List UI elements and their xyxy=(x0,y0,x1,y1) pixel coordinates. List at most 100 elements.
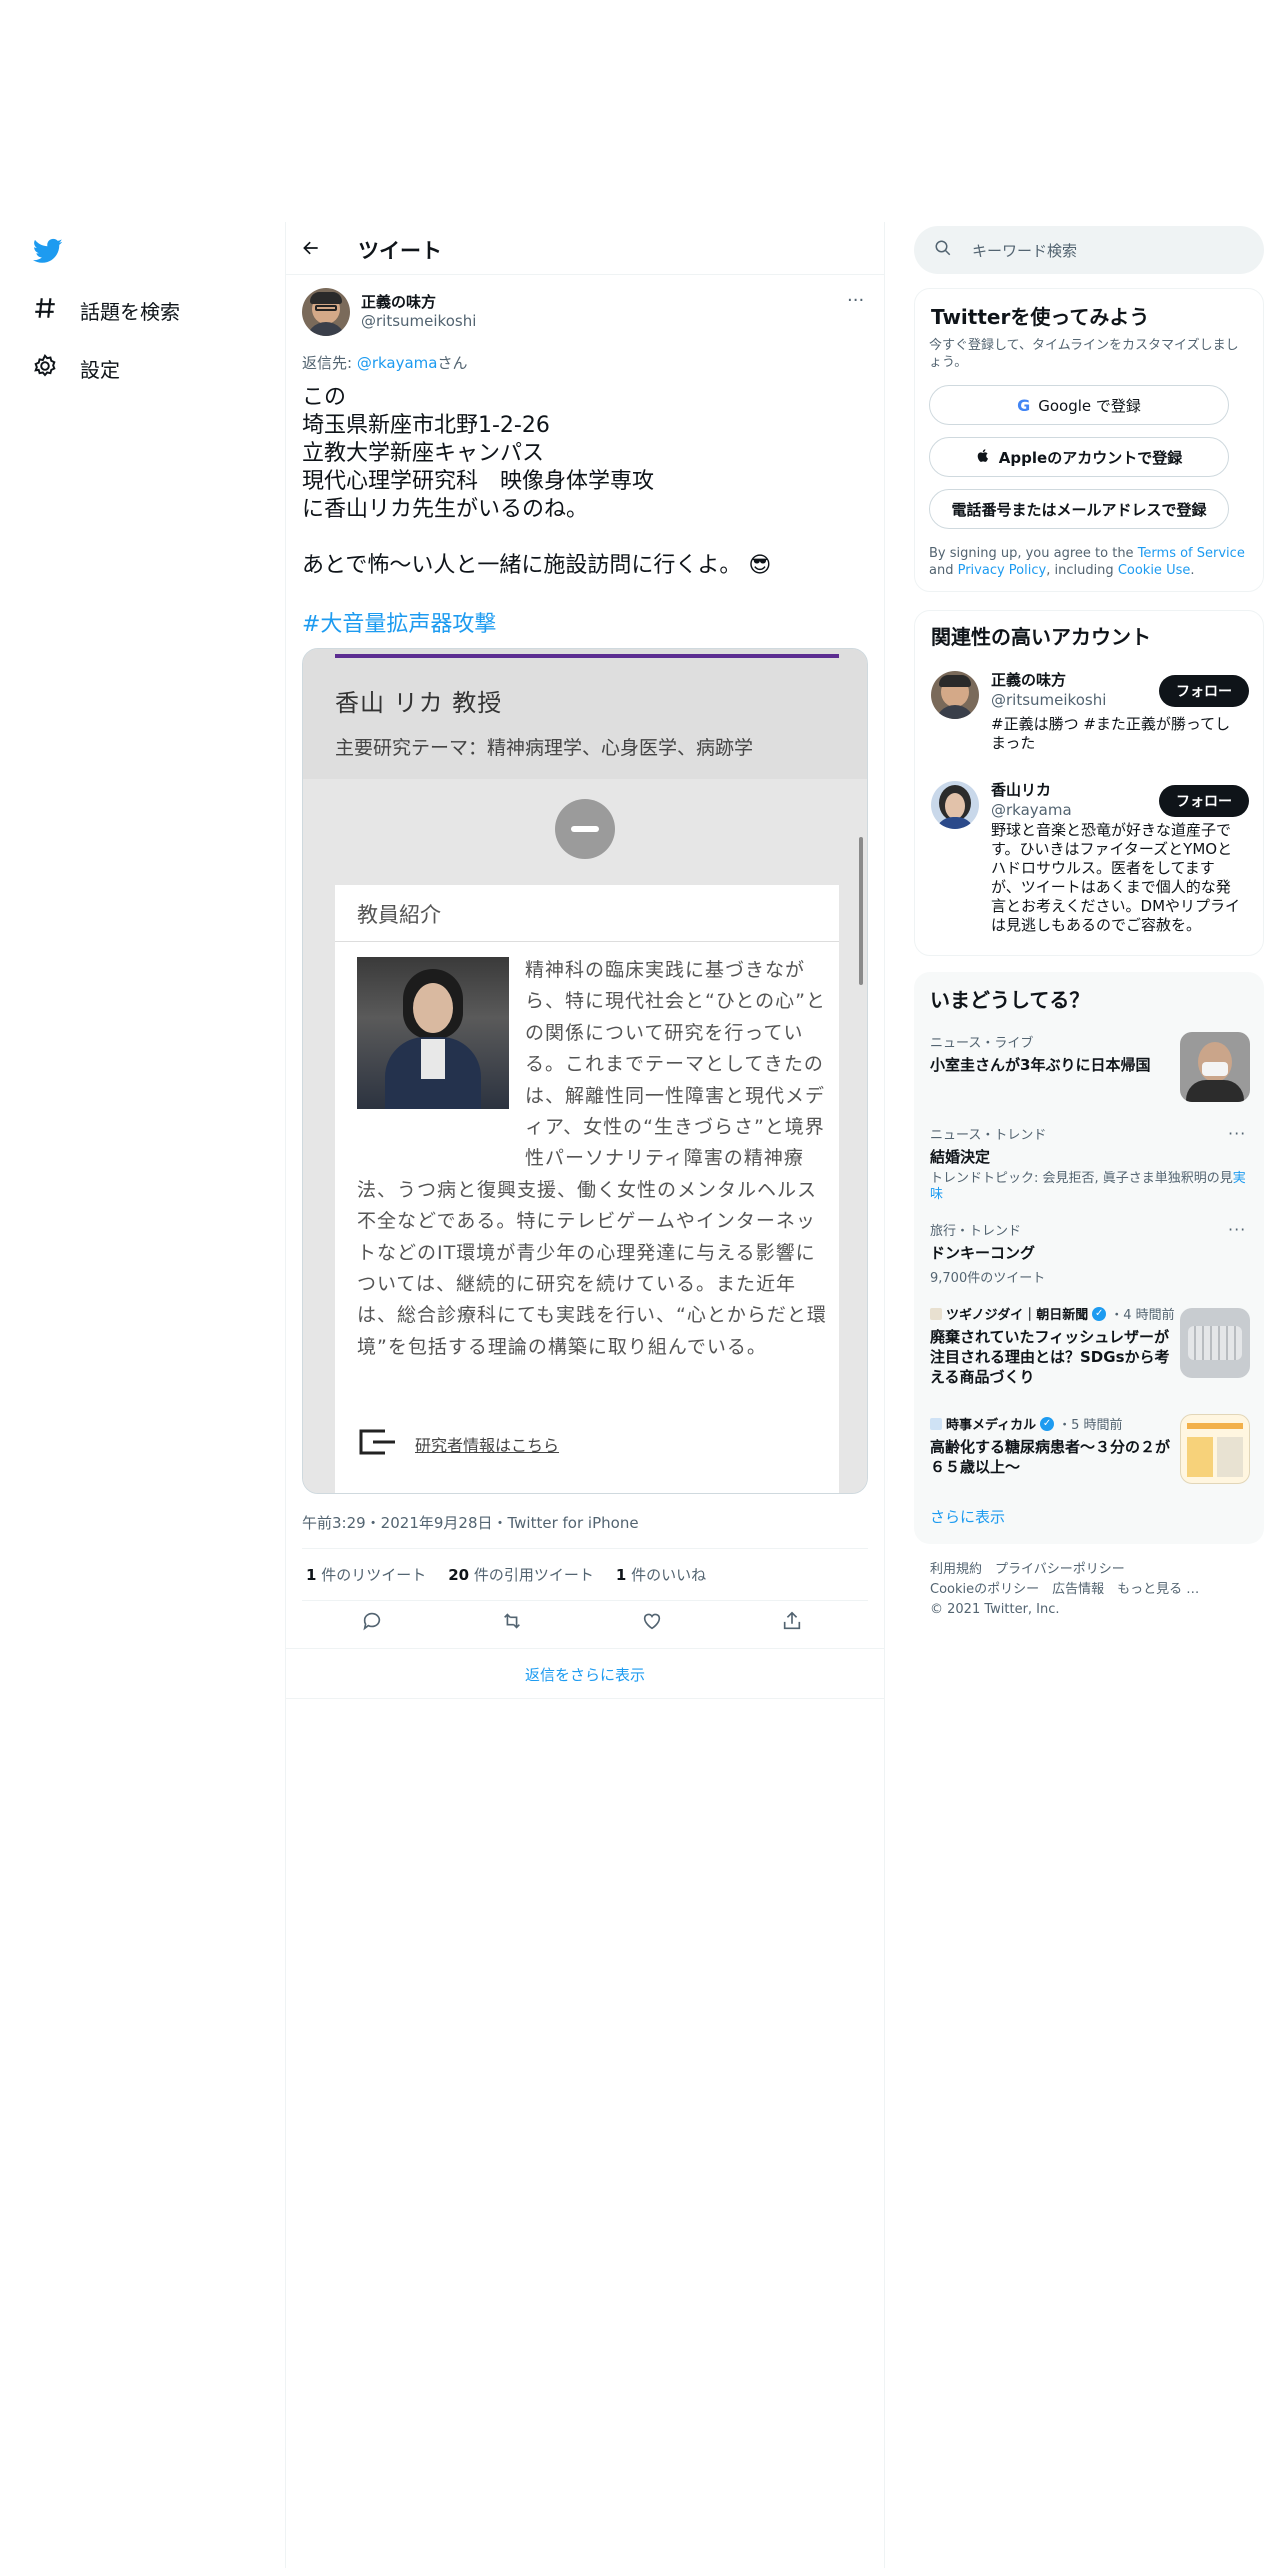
trend-sub-3: 9,700件のツイート xyxy=(930,1271,1046,1286)
phone-signup-label: 電話番号またはメールアドレスで登録 xyxy=(951,500,1207,519)
column-divider-left xyxy=(285,222,286,2568)
trend-more-icon-2[interactable]: ··· xyxy=(1228,1124,1246,1143)
footer-line-2[interactable]: Cookieのポリシー 広告情報 もっと見る … xyxy=(930,1580,1199,1600)
follow-button-1[interactable]: フォロー xyxy=(1159,675,1249,707)
trend-item-3[interactable]: 旅行・トレンド ドンキーコング 9,700件のツイート ··· xyxy=(930,1220,1250,1286)
replies-divider xyxy=(286,1698,884,1699)
like-stat[interactable]: 1 件のいいね xyxy=(616,1564,706,1585)
signup-legal: By signing up, you agree to the Terms of… xyxy=(929,545,1253,579)
hashtag-link[interactable]: #大音量拡声器攻撃 xyxy=(302,606,496,638)
retweet-stat[interactable]: 1 件のリツイート xyxy=(306,1564,426,1585)
back-arrow-icon[interactable] xyxy=(301,238,321,263)
tweet-actions xyxy=(302,1610,862,1636)
related-bio-2: 野球と音楽と恐竜が好きな道産子です。ひいきはファイターズとYMOとハドロサウルス… xyxy=(991,821,1241,934)
quote-stat[interactable]: 20 件の引用ツイート xyxy=(448,1564,594,1585)
column-divider-right xyxy=(884,222,885,2568)
show-more-trends-link[interactable]: さらに表示 xyxy=(930,1506,1005,1527)
trend-meta-3: 旅行・トレンド xyxy=(930,1224,1022,1239)
show-more-replies-link[interactable]: 返信をさらに表示 xyxy=(286,1664,884,1685)
google-signup-button[interactable]: G Google で登録 xyxy=(929,385,1229,425)
search-bar[interactable]: キーワード検索 xyxy=(914,226,1264,274)
related-name-1[interactable]: 正義の味方 xyxy=(991,669,1066,690)
trend-item-2[interactable]: ニュース・トレンド 結婚決定 トレンドトピック: 会見拒否, 眞子さま単独釈明の… xyxy=(930,1124,1250,1203)
related-handle-1[interactable]: @ritsumeikoshi xyxy=(991,691,1106,709)
apple-icon xyxy=(976,448,991,467)
footer-links: 利用規約 プライバシーポリシー Cookieのポリシー 広告情報 もっと見る …… xyxy=(930,1560,1199,1620)
trend-item-5[interactable]: 時事メディカル ✓ ・5 時間前 高齢化する糖尿病患者～３分の２が６５歳以上～ xyxy=(930,1414,1250,1484)
retweet-icon[interactable] xyxy=(501,1610,523,1636)
tweet-text: この 埼玉県新座市北野1-2-26 立教大学新座キャンパス 現代心理学研究科 映… xyxy=(302,385,742,578)
trends-box: いまどうしてる？ ニュース・ライブ 小室圭さんが3年ぶりに日本帰国 ニュース・ト… xyxy=(914,972,1264,1544)
trend-sub-2a: トレンドトピック: 会見拒否, 眞子さま単独釈明の見 xyxy=(930,1171,1233,1186)
exit-icon xyxy=(357,1427,397,1461)
like-icon[interactable] xyxy=(641,1610,663,1636)
trend-thumb-5 xyxy=(1180,1414,1250,1484)
author-avatar[interactable] xyxy=(302,288,350,336)
reply-to-link[interactable]: @rkayama xyxy=(357,354,438,372)
author-name[interactable]: 正義の味方 xyxy=(361,291,436,312)
related-handle-2[interactable]: @rkayama xyxy=(991,801,1072,819)
trend-item-4[interactable]: ツギノジダイ｜朝日新聞 ✓ ・4 時間前 廃棄されていたフィッシュレザーが注目さ… xyxy=(930,1304,1250,1387)
related-avatar-1[interactable] xyxy=(931,671,979,719)
google-signup-label: Google で登録 xyxy=(1038,396,1141,415)
related-title: 関連性の高いアカウント xyxy=(931,625,1151,649)
trend-more-icon-3[interactable]: ··· xyxy=(1228,1220,1246,1239)
actions-divider xyxy=(286,1648,884,1649)
attached-image-card[interactable]: 香山 リカ 教授 主要研究テーマ：精神病理学、心身医学、病跡学 教員紹介 精神科… xyxy=(302,648,868,1494)
follow-button-2[interactable]: フォロー xyxy=(1159,785,1249,817)
reply-prefix: 返信先: xyxy=(302,354,357,372)
trend-thumb-4 xyxy=(1180,1308,1250,1378)
reply-context: 返信先: @rkayamaさん xyxy=(302,352,468,373)
header-divider xyxy=(286,274,884,275)
reply-suffix: さん xyxy=(437,354,468,372)
verified-icon-5: ✓ xyxy=(1040,1416,1055,1431)
twitter-logo-icon[interactable] xyxy=(32,236,64,266)
collapse-minus-icon xyxy=(555,799,615,859)
tos-link[interactable]: Terms of Service xyxy=(1138,546,1245,561)
related-avatar-2[interactable] xyxy=(931,781,979,829)
trend-item-1[interactable]: ニュース・ライブ 小室圭さんが3年ぶりに日本帰国 xyxy=(930,1032,1250,1106)
trend-title-3: ドンキーコング xyxy=(930,1244,1036,1262)
apple-signup-label: Appleのアカウントで登録 xyxy=(998,448,1183,467)
reply-icon[interactable] xyxy=(361,1610,383,1636)
footer-copyright: © 2021 Twitter, Inc. xyxy=(930,1602,1060,1617)
professor-name: 香山 リカ 教授 xyxy=(335,689,503,717)
legal-text-4: . xyxy=(1190,563,1195,578)
tweet-timestamp[interactable]: 午前3:29・2021年9月28日・Twitter for iPhone xyxy=(302,1512,639,1533)
more-options-icon[interactable]: ··· xyxy=(847,290,864,311)
panel-divider xyxy=(335,941,839,942)
nav-settings[interactable]: 設定 xyxy=(32,348,120,388)
related-name-2[interactable]: 香山リカ xyxy=(991,779,1051,800)
researcher-info-label: 研究者情報はこちら xyxy=(415,1436,560,1455)
trend-thumb-1 xyxy=(1180,1032,1250,1102)
nav-explore[interactable]: 話題を検索 xyxy=(32,290,180,330)
search-input[interactable]: キーワード検索 xyxy=(972,240,1077,261)
tweet-stats: 1 件のリツイート 20 件の引用ツイート 1 件のいいね xyxy=(306,1564,706,1585)
google-icon: G xyxy=(1017,395,1031,415)
privacy-link[interactable]: Privacy Policy xyxy=(958,563,1047,578)
trend-time-5: ・5 時間前 xyxy=(1058,1418,1123,1433)
signup-title: Twitterを使ってみよう xyxy=(931,305,1150,329)
professor-bio: 精神科の臨床実践に基づきながら、特に現代社会と“ひとの心”との関係について研究を… xyxy=(357,955,827,1363)
trend-time-4: ・4 時間前 xyxy=(1110,1308,1175,1323)
trend-sub-2: トレンドトピック: 会見拒否, 眞子さま単独釈明の見実味 xyxy=(930,1171,1250,1203)
legal-text-2: and xyxy=(929,563,958,578)
phone-email-signup-button[interactable]: 電話番号またはメールアドレスで登録 xyxy=(929,489,1229,529)
gear-icon xyxy=(32,353,58,384)
trends-title: いまどうしてる？ xyxy=(930,988,1090,1012)
share-icon[interactable] xyxy=(781,1610,803,1636)
author-handle[interactable]: @ritsumeikoshi xyxy=(361,312,476,330)
apple-signup-button[interactable]: Appleのアカウントで登録 xyxy=(929,437,1229,477)
source-logo-icon-5 xyxy=(930,1417,942,1430)
page-title: ツイート xyxy=(358,239,442,263)
trend-source-5: 時事メディカル xyxy=(946,1418,1037,1433)
footer-line-1[interactable]: 利用規約 プライバシーポリシー xyxy=(930,1560,1199,1580)
legal-text-3: , including xyxy=(1046,563,1118,578)
tweet-body: この 埼玉県新座市北野1-2-26 立教大学新座キャンパス 現代心理学研究科 映… xyxy=(302,384,862,580)
cookie-link[interactable]: Cookie Use xyxy=(1118,563,1191,578)
signup-box: Twitterを使ってみよう 今すぐ登録して、タイムラインをカスタマイズしましょ… xyxy=(914,288,1264,592)
trend-title-4: 廃棄されていたフィッシュレザーが注目される理由とは？SDGsから考える商品づくり xyxy=(930,1328,1170,1386)
verified-icon-4: ✓ xyxy=(1092,1306,1107,1321)
search-icon xyxy=(934,239,952,261)
faculty-panel: 教員紹介 精神科の臨床実践に基づきながら、特に現代社会と“ひとの心”との関係につ… xyxy=(335,885,839,1493)
